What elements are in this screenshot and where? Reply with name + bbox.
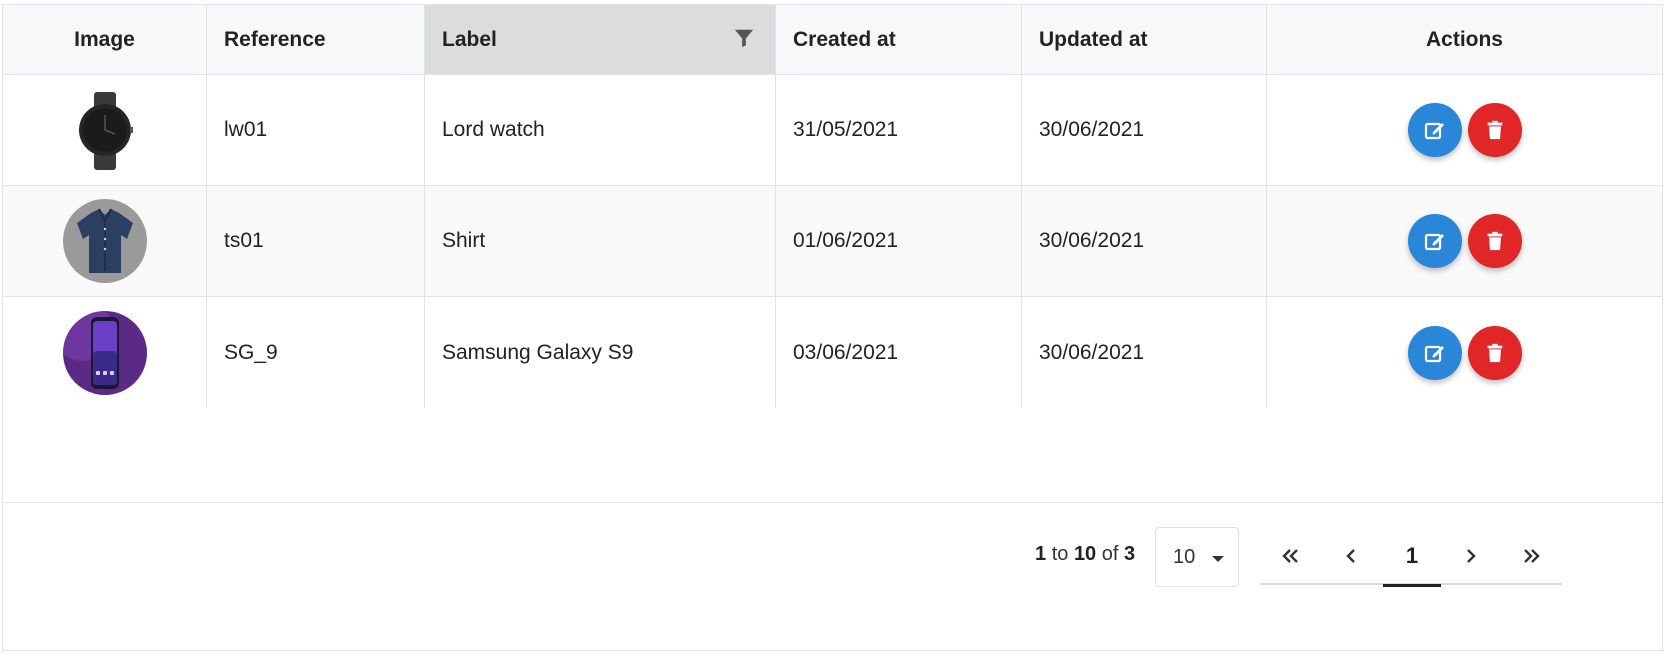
reference-cell: ts01 [207,186,425,296]
column-header-image[interactable]: Image [3,5,207,74]
trash-icon [1487,343,1502,362]
actions-cell [1267,75,1662,185]
caret-down-icon [1212,556,1224,562]
label-cell: Samsung Galaxy S9 [425,297,776,408]
page-size-value: 10 [1173,545,1196,568]
delete-button[interactable] [1467,325,1522,380]
first-page-button[interactable] [1262,527,1320,585]
reference-cell: SG_9 [207,297,425,408]
image-cell [3,297,207,408]
updated-at-cell: 30/06/2021 [1022,186,1267,296]
range-of-word: of [1101,543,1119,565]
column-header-reference-label: Reference [224,27,326,51]
actions-cell [1267,186,1662,296]
image-cell [3,186,207,296]
range-to-word: to [1051,543,1069,565]
pagination-bar: 1 to 10 of 3 10 1 [3,502,1662,650]
updated-at-cell: 30/06/2021 [1022,297,1267,408]
delete-button[interactable] [1467,214,1522,268]
trash-icon [1487,120,1502,140]
next-page-button[interactable] [1442,527,1500,585]
product-image-phone [62,310,147,395]
column-header-label-text: Label [442,27,497,51]
actions-cell [1267,297,1662,408]
label-cell: Shirt [425,186,776,296]
edit-icon [1424,122,1444,140]
chevron-left-icon [1346,549,1355,563]
pager: 1 [1260,527,1562,587]
row-count-summary: 1 to 10 of 3 [1035,543,1135,566]
column-header-created-at[interactable]: Created at [776,5,1022,74]
image-cell [3,75,207,185]
range-from: 1 [1035,543,1047,565]
edit-icon [1424,233,1444,251]
column-header-image-label: Image [74,27,135,51]
column-header-reference[interactable]: Reference [207,5,425,74]
created-at-cell: 01/06/2021 [776,186,1022,296]
delete-button[interactable] [1467,103,1522,157]
created-at-cell: 31/05/2021 [776,75,1022,185]
column-header-updated-at[interactable]: Updated at [1022,5,1267,74]
column-header-actions-label: Actions [1425,27,1503,51]
column-header-created-at-label: Created at [793,27,896,51]
table-row[interactable]: ts01 Shirt 01/06/2021 30/06/2021 [3,186,1662,297]
double-chevron-left-icon [1282,549,1298,563]
column-header-updated-at-label: Updated at [1039,27,1148,51]
product-image-watch [62,88,147,172]
filter-icon[interactable] [733,27,755,49]
label-cell: Lord watch [425,75,776,185]
trash-icon [1487,231,1502,251]
range-total: 3 [1124,543,1136,565]
updated-at-cell: 30/06/2021 [1022,75,1267,185]
table-row[interactable]: SG_9 Samsung Galaxy S9 03/06/2021 30/06/… [3,297,1662,408]
edit-button[interactable] [1407,325,1462,380]
edit-button[interactable] [1407,214,1462,268]
edit-icon [1424,345,1444,362]
grid-header: Image Reference Label Created at Updated… [3,5,1662,75]
page-size-select[interactable]: 10 [1155,527,1239,587]
product-grid: Image Reference Label Created at Updated… [2,4,1663,651]
chevron-right-icon [1467,549,1476,563]
table-row[interactable]: lw01 Lord watch 31/05/2021 30/06/2021 [3,75,1662,186]
product-image-shirt [62,199,147,283]
column-header-label[interactable]: Label [425,5,776,74]
double-chevron-right-icon [1524,549,1540,563]
created-at-cell: 03/06/2021 [776,297,1022,408]
edit-button[interactable] [1407,103,1462,157]
page-number-button[interactable]: 1 [1383,527,1441,587]
last-page-button[interactable] [1502,527,1560,585]
reference-cell: lw01 [207,75,425,185]
column-header-actions: Actions [1267,5,1662,74]
grid-body: lw01 Lord watch 31/05/2021 30/06/2021 ts… [3,75,1662,505]
range-to: 10 [1073,543,1097,565]
previous-page-button[interactable] [1322,527,1380,585]
